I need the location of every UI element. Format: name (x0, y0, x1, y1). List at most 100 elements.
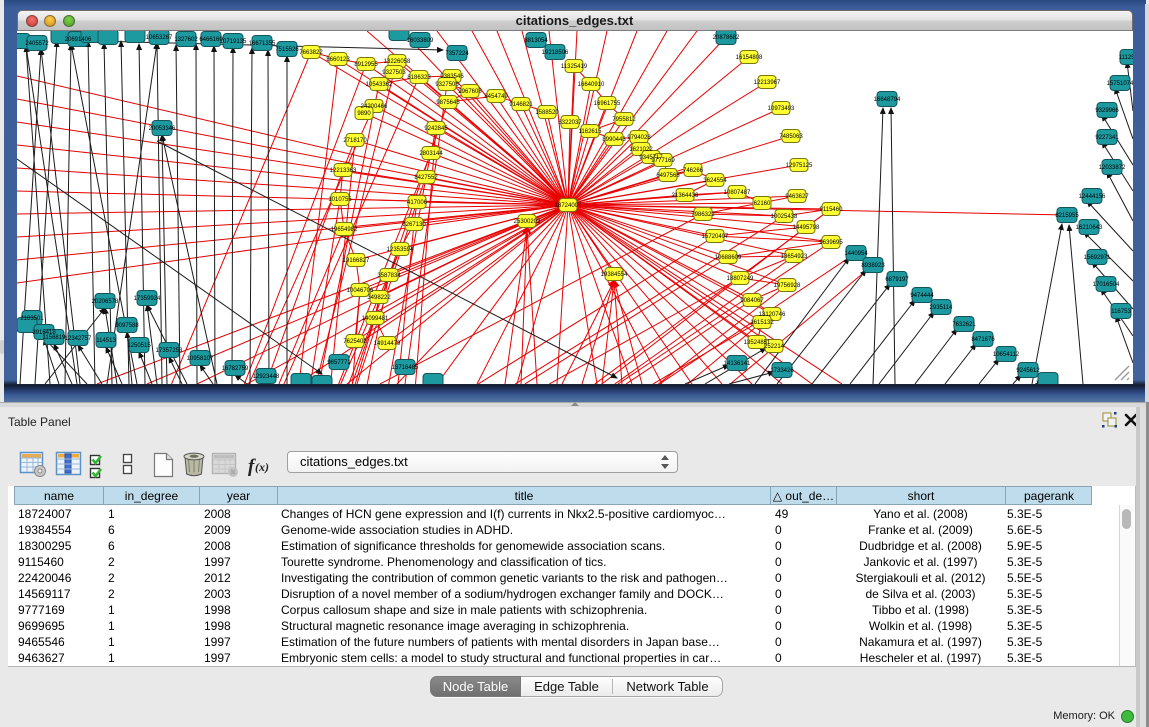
svg-text:10688609: 10688609 (715, 255, 742, 261)
svg-text:8215955: 8215955 (1055, 213, 1079, 219)
svg-text:2405572: 2405572 (25, 41, 49, 47)
svg-text:19166827: 19166827 (343, 258, 370, 264)
svg-text:9242845: 9242845 (424, 126, 448, 132)
svg-text:7955812: 7955812 (612, 117, 636, 123)
svg-text:9084067: 9084067 (740, 298, 764, 304)
svg-text:8938923: 8938923 (861, 263, 885, 269)
svg-text:7986322: 7986322 (691, 212, 715, 218)
svg-text:1327602: 1327602 (174, 37, 198, 43)
svg-text:3587834: 3587834 (377, 273, 401, 279)
svg-text:2935114: 2935114 (930, 305, 954, 311)
svg-text:16961755: 16961755 (594, 101, 621, 107)
svg-text:7485063: 7485063 (779, 134, 803, 140)
svg-text:16210643: 16210643 (1076, 225, 1103, 231)
svg-text:8322037: 8322037 (558, 120, 582, 126)
svg-text:15720407: 15720407 (702, 234, 729, 240)
svg-text:8427552: 8427552 (414, 175, 438, 181)
svg-text:17359924: 17359924 (134, 296, 161, 302)
svg-text:12213967: 12213967 (754, 80, 781, 86)
svg-text:8186323: 8186323 (407, 75, 431, 81)
svg-text:417006: 417006 (407, 200, 428, 206)
svg-text:9245612: 9245612 (1016, 368, 1040, 374)
svg-text:9777169: 9777169 (651, 158, 675, 164)
svg-text:7663822: 7663822 (299, 50, 323, 56)
svg-text:9474444: 9474444 (910, 293, 934, 299)
svg-text:1733426: 1733426 (770, 368, 794, 374)
svg-text:15751074: 15751074 (1107, 81, 1133, 87)
svg-text:20878682: 20878682 (713, 35, 740, 41)
svg-text:25300203: 25300203 (514, 219, 541, 225)
svg-text:12444156: 12444156 (1079, 194, 1106, 200)
svg-text:7625402: 7625402 (343, 339, 367, 345)
svg-text:19654982: 19654982 (331, 227, 358, 233)
svg-text:9639695: 9639695 (819, 240, 843, 246)
svg-text:62160: 62160 (754, 201, 771, 207)
svg-text:10046706: 10046706 (347, 288, 374, 294)
svg-text:3498222: 3498222 (367, 295, 391, 301)
svg-text:17016504: 17016504 (1093, 282, 1120, 288)
svg-text:2967608: 2967608 (458, 89, 482, 95)
svg-text:1440954: 1440954 (844, 251, 868, 257)
svg-text:9115460: 9115460 (820, 207, 844, 213)
svg-text:18724007: 18724007 (555, 203, 582, 209)
svg-text:1250515: 1250515 (127, 343, 151, 349)
svg-text:12033872: 12033872 (1099, 165, 1126, 171)
svg-text:10025438: 10025438 (771, 214, 798, 220)
svg-text:9327508: 9327508 (435, 82, 459, 88)
svg-text:7632621: 7632621 (952, 322, 976, 328)
svg-text:9227341: 9227341 (1095, 135, 1119, 141)
svg-text:8267130: 8267130 (402, 222, 426, 228)
svg-text:20206578: 20206578 (92, 299, 119, 305)
svg-text:12213363: 12213363 (330, 168, 357, 174)
svg-text:114513: 114513 (96, 338, 116, 344)
svg-text:13226058: 13226058 (384, 59, 411, 65)
svg-text:746266: 746266 (683, 168, 704, 174)
svg-text:8813054: 8813054 (524, 38, 548, 44)
svg-text:17357253: 17357253 (156, 348, 183, 354)
svg-text:9657771: 9657771 (327, 360, 351, 366)
svg-text:16640910: 16640910 (578, 82, 605, 88)
svg-text:21364436: 21364436 (672, 193, 699, 199)
svg-text:1621022: 1621022 (629, 147, 653, 153)
svg-text:10654112: 10654112 (993, 352, 1020, 358)
svg-text:9327503: 9327503 (382, 70, 406, 76)
svg-text:9890: 9890 (357, 111, 371, 117)
svg-text:1615132: 1615132 (750, 320, 774, 326)
svg-text:10958107: 10958107 (187, 356, 214, 362)
svg-text:8990443: 8990443 (602, 137, 626, 143)
svg-text:14136141: 14136141 (724, 361, 751, 367)
svg-text:20691406: 20691406 (65, 37, 92, 43)
svg-text:11325419: 11325419 (561, 64, 588, 70)
svg-text:8660123: 8660123 (326, 57, 350, 63)
svg-text:1162615: 1162615 (579, 129, 603, 135)
svg-text:13716485: 13716485 (392, 365, 419, 371)
svg-text:12923448: 12923448 (253, 374, 280, 380)
svg-text:19218506: 19218506 (542, 50, 569, 56)
svg-text:1112548: 1112548 (1119, 55, 1133, 61)
svg-text:252214: 252214 (764, 344, 785, 350)
svg-text:10973493: 10973493 (768, 106, 795, 112)
svg-text:8454749: 8454749 (484, 94, 508, 100)
svg-text:24200466: 24200466 (361, 104, 388, 110)
svg-text:(x): (x) (255, 460, 269, 474)
svg-text:15692971: 15692971 (1084, 255, 1111, 261)
svg-text:16671355: 16671355 (249, 41, 276, 47)
svg-text:2183501: 2183501 (20, 316, 44, 322)
svg-text:10719135: 10719135 (220, 39, 247, 45)
svg-text:9097588: 9097588 (115, 323, 139, 329)
svg-text:14099481: 14099481 (362, 316, 389, 322)
svg-text:13654923: 13654923 (781, 254, 808, 260)
svg-text:10807487: 10807487 (724, 190, 751, 196)
svg-text:14914479: 14914479 (374, 341, 401, 347)
svg-text:9329966: 9329966 (1095, 108, 1119, 114)
svg-text:19384554: 19384554 (601, 272, 628, 278)
svg-text:20053346: 20053346 (149, 126, 176, 132)
svg-text:10653267: 10653267 (146, 35, 173, 41)
svg-text:8912955: 8912955 (354, 62, 378, 68)
svg-text:12975125: 12975125 (786, 163, 813, 169)
svg-text:6879197: 6879197 (885, 277, 909, 283)
svg-text:18807249: 18807249 (727, 276, 754, 282)
svg-text:9146821: 9146821 (509, 102, 533, 108)
svg-text:14495798: 14495798 (793, 225, 820, 231)
svg-text:1156819: 1156819 (43, 335, 67, 341)
